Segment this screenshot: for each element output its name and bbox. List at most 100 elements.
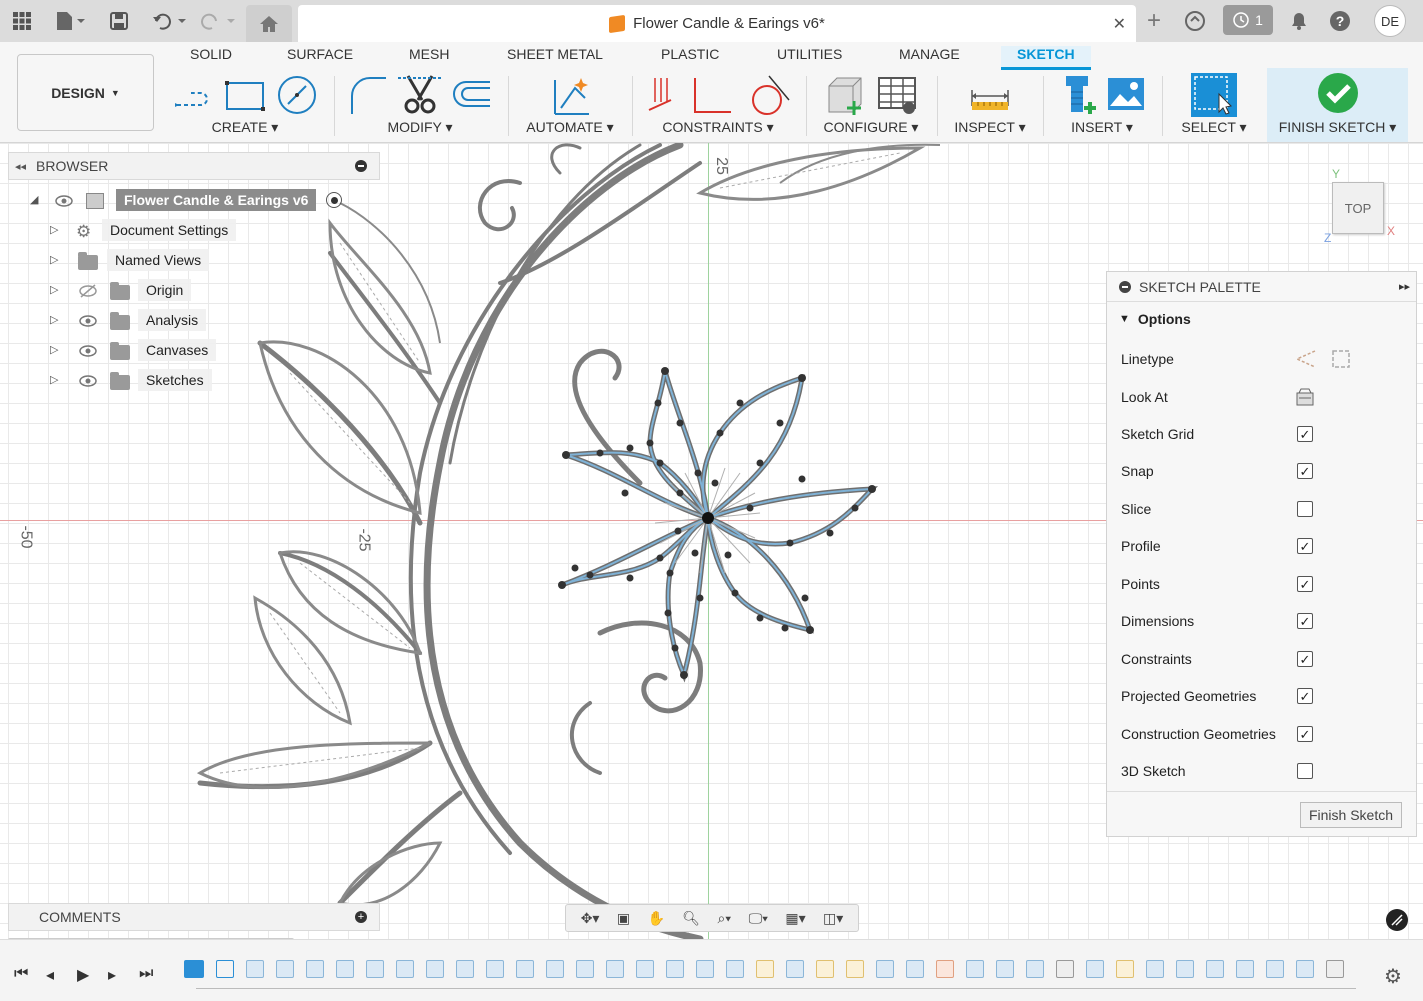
timeline-feature-icon[interactable]: [1236, 960, 1254, 978]
measure-ruler-icon[interactable]: [968, 74, 1012, 116]
visibility-eye-icon[interactable]: [78, 344, 98, 358]
visibility-eye-icon[interactable]: [54, 194, 74, 208]
viewcube[interactable]: TOP: [1332, 182, 1384, 234]
zoom-window-icon[interactable]: ⌕▾: [717, 910, 731, 927]
construction-geometries-checkbox[interactable]: ✓: [1297, 726, 1313, 742]
timeline-feature-icon[interactable]: [576, 960, 594, 978]
visibility-eye-icon[interactable]: [78, 314, 98, 328]
centerline-linetype-icon[interactable]: [1331, 349, 1351, 369]
expand-triangle-icon[interactable]: ▷: [50, 253, 58, 266]
display-settings-icon[interactable]: 🖵▾: [749, 910, 768, 927]
tab-mesh[interactable]: MESH: [409, 46, 449, 70]
rectangle-tool-icon[interactable]: [223, 75, 267, 115]
timeline-feature-icon[interactable]: [456, 960, 474, 978]
fillet-tool-icon[interactable]: [346, 74, 390, 116]
timeline-canvas-feature-icon[interactable]: [184, 960, 204, 978]
tab-sketch[interactable]: SKETCH: [1001, 46, 1091, 70]
timeline-feature-icon[interactable]: [1086, 960, 1104, 978]
circle-tool-icon[interactable]: [275, 75, 319, 115]
constraints-checkbox[interactable]: ✓: [1297, 651, 1313, 667]
timeline-feature-icon[interactable]: [1026, 960, 1044, 978]
sketch-grid-checkbox[interactable]: ✓: [1297, 426, 1313, 442]
timeline-first-icon[interactable]: ⏮: [14, 965, 28, 983]
inspect-group[interactable]: INSPECT ▾: [942, 70, 1038, 142]
timeline-play-icon[interactable]: ▶: [77, 965, 89, 985]
workspace-switcher[interactable]: DESIGN ▼: [17, 54, 154, 131]
timeline-feature-icon[interactable]: [636, 960, 654, 978]
automate-group[interactable]: AUTOMATE ▾: [514, 70, 626, 142]
constraints-group[interactable]: CONSTRAINTS ▾: [640, 70, 796, 142]
timeline-feature-icon[interactable]: [1116, 960, 1134, 978]
timeline-feature-icon[interactable]: [366, 960, 384, 978]
timeline-feature-icon[interactable]: [966, 960, 984, 978]
timeline-feature-icon[interactable]: [1326, 960, 1344, 978]
timeline-sketch-feature-icon[interactable]: [216, 960, 234, 978]
timeline-feature-icon[interactable]: [936, 960, 954, 978]
expand-triangle-icon[interactable]: ◢: [30, 193, 38, 206]
timeline-feature-icon[interactable]: [1206, 960, 1224, 978]
expand-triangle-icon[interactable]: ▷: [50, 343, 58, 356]
select-group[interactable]: SELECT ▾: [1168, 70, 1260, 142]
coincident-constraint-icon[interactable]: [645, 74, 675, 116]
finish-checkmark-icon[interactable]: [1316, 71, 1360, 115]
timeline-feature-icon[interactable]: [726, 960, 744, 978]
configure-cube-icon[interactable]: [823, 74, 867, 116]
tab-utilities[interactable]: UTILITIES: [777, 46, 842, 70]
pan-hand-icon[interactable]: ✋: [647, 910, 664, 927]
help-icon[interactable]: ?: [1328, 6, 1352, 36]
extensions-icon[interactable]: [1182, 6, 1208, 36]
trim-scissors-icon[interactable]: [398, 74, 442, 116]
look-at-icon[interactable]: [1296, 388, 1314, 406]
profile-checkbox[interactable]: ✓: [1297, 538, 1313, 554]
configure-group[interactable]: CONFIGURE ▾: [812, 70, 930, 142]
snap-checkbox[interactable]: ✓: [1297, 463, 1313, 479]
modify-group[interactable]: MODIFY ▾: [340, 70, 500, 142]
add-comment-icon[interactable]: +: [355, 911, 367, 923]
tab-surface[interactable]: SURFACE: [287, 46, 353, 70]
job-status-badge[interactable]: 1: [1223, 5, 1273, 35]
timeline-prev-icon[interactable]: ◂: [46, 965, 54, 985]
grid-settings-icon[interactable]: ▦▾: [785, 910, 805, 927]
timeline-feature-icon[interactable]: [696, 960, 714, 978]
dimensions-checkbox[interactable]: ✓: [1297, 613, 1313, 629]
browser-options-icon[interactable]: [355, 160, 367, 172]
timeline-feature-icon[interactable]: [756, 960, 774, 978]
timeline-feature-icon[interactable]: [516, 960, 534, 978]
slice-checkbox[interactable]: [1297, 501, 1313, 517]
timeline-feature-icon[interactable]: [546, 960, 564, 978]
select-cursor-icon[interactable]: [1189, 72, 1239, 118]
points-checkbox[interactable]: ✓: [1297, 576, 1313, 592]
insert-group[interactable]: INSERT ▾: [1050, 70, 1154, 142]
timeline-feature-icon[interactable]: [1266, 960, 1284, 978]
expand-triangle-icon[interactable]: ▷: [50, 313, 58, 326]
expand-triangle-icon[interactable]: ▷: [50, 283, 58, 296]
timeline-next-icon[interactable]: ▸: [108, 965, 116, 985]
timeline-feature-icon[interactable]: [426, 960, 444, 978]
timeline-feature-icon[interactable]: [666, 960, 684, 978]
insert-canvas-image-icon[interactable]: [1106, 74, 1146, 116]
look-at-nav-icon[interactable]: ▣: [617, 910, 630, 927]
timeline-feature-icon[interactable]: [1296, 960, 1314, 978]
line-tool-icon[interactable]: [171, 75, 215, 115]
notifications-bell-icon[interactable]: [1288, 6, 1310, 36]
timeline-feature-icon[interactable]: [486, 960, 504, 978]
timeline-settings-gear-icon[interactable]: ⚙: [1384, 964, 1402, 989]
user-avatar[interactable]: DE: [1374, 5, 1406, 37]
document-tab[interactable]: Flower Candle & Earings v6* ✕: [298, 5, 1136, 42]
tab-manage[interactable]: MANAGE: [899, 46, 960, 70]
tab-solid[interactable]: SOLID: [190, 46, 232, 70]
finish-sketch-group[interactable]: FINISH SKETCH ▾: [1267, 68, 1408, 142]
timeline-feature-icon[interactable]: [876, 960, 894, 978]
timeline-feature-icon[interactable]: [1056, 960, 1074, 978]
activate-component-icon[interactable]: [326, 192, 342, 208]
orbit-icon[interactable]: ✥▾: [581, 910, 600, 927]
timeline-feature-icon[interactable]: [336, 960, 354, 978]
expand-triangle-icon[interactable]: ▷: [50, 373, 58, 386]
timeline-feature-icon[interactable]: [306, 960, 324, 978]
timeline-feature-icon[interactable]: [1146, 960, 1164, 978]
finish-sketch-button[interactable]: Finish Sketch: [1300, 802, 1402, 828]
options-section-header[interactable]: ▼ Options: [1107, 302, 1416, 336]
timeline-feature-icon[interactable]: [276, 960, 294, 978]
home-tab-icon[interactable]: [246, 5, 292, 42]
canvas-viewport[interactable]: -50 -25 25 ◂◂ BROWSER ◢ Flower Candle & …: [0, 143, 1423, 939]
